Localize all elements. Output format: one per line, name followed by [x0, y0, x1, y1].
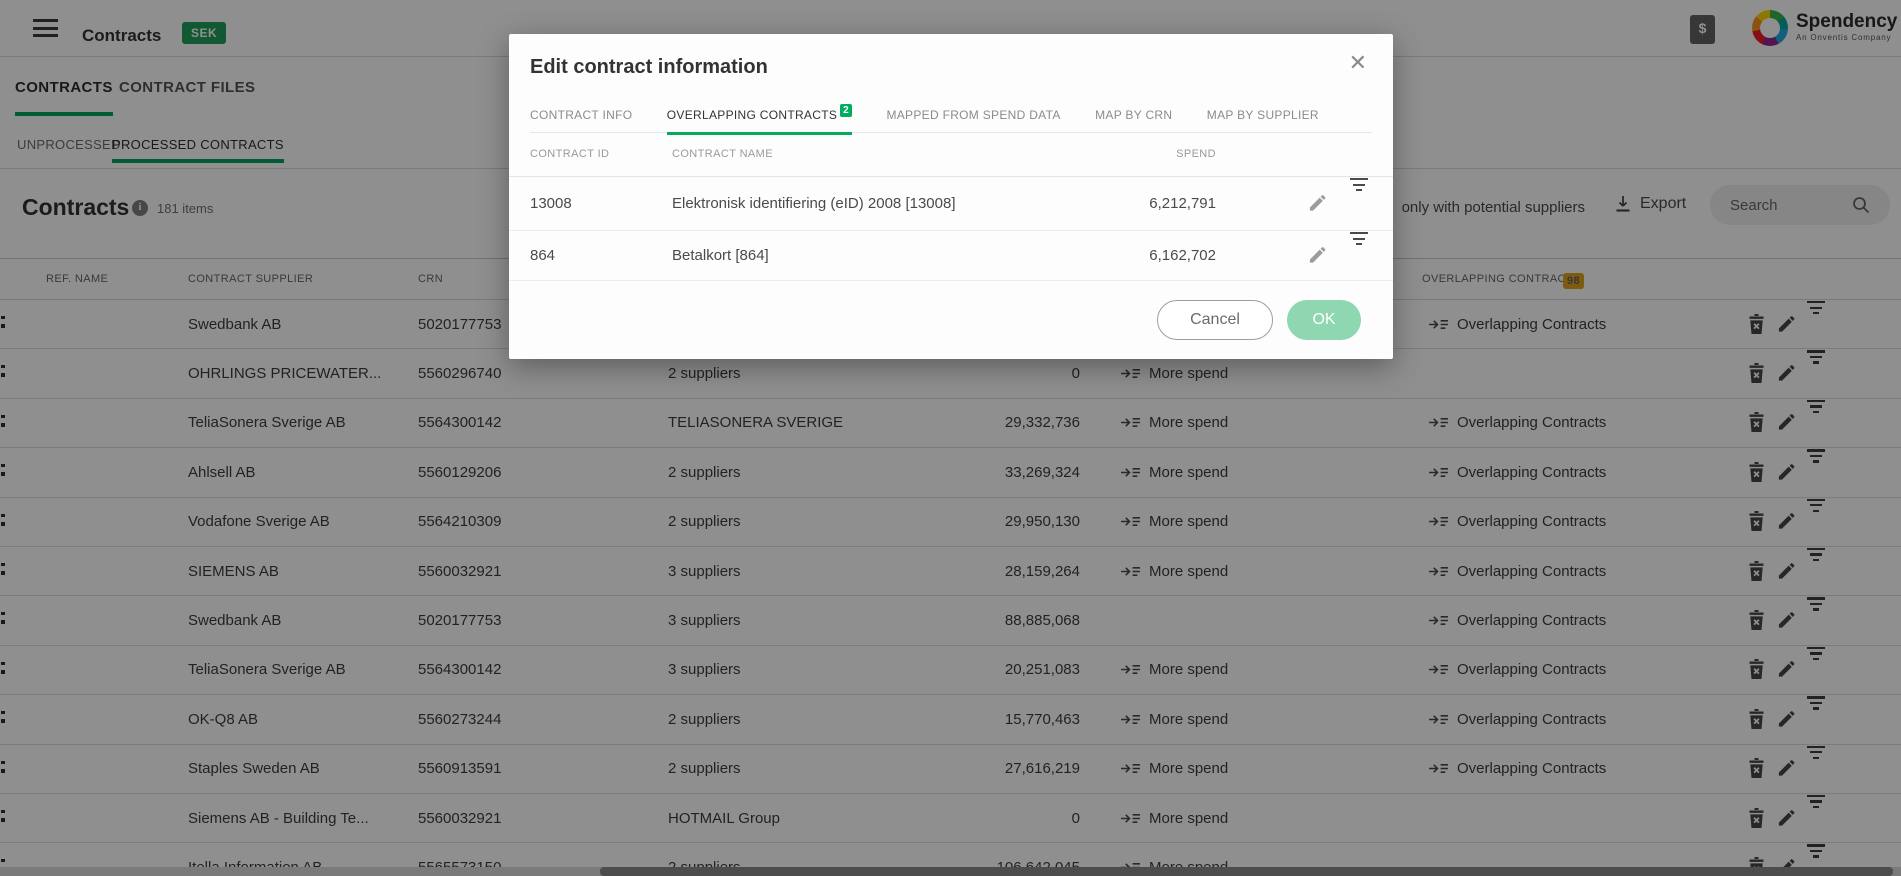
modal-tab-mapped-from-spend-data[interactable]: MAPPED FROM SPEND DATA [886, 108, 1060, 132]
modal-table-row: 864 Betalkort [864] 6,162,702 [509, 231, 1393, 281]
cell-contract-id: 864 [530, 231, 660, 280]
modal-tab-map-by-crn[interactable]: MAP BY CRN [1095, 108, 1172, 132]
modal-footer: Cancel OK [509, 281, 1393, 359]
modal-tab-contract-info[interactable]: CONTRACT INFO [530, 108, 632, 132]
cancel-button[interactable]: Cancel [1157, 300, 1273, 340]
edit-button[interactable] [1307, 193, 1327, 214]
overlapping-tab-badge: 2 [840, 104, 852, 117]
filter-icon [1349, 231, 1369, 280]
modal-title: Edit contract information [530, 56, 768, 79]
filter-icon [1349, 177, 1369, 230]
pencil-icon [1308, 193, 1327, 213]
cell-spend: 6,162,702 [1009, 231, 1216, 280]
modal-tabs: CONTRACT INFO OVERLAPPING CONTRACTS2 MAP… [530, 106, 1372, 133]
ok-button[interactable]: OK [1287, 300, 1361, 340]
col-contract-name: CONTRACT NAME [672, 148, 773, 160]
modal-tab-map-by-supplier[interactable]: MAP BY SUPPLIER [1207, 108, 1319, 132]
row-actions [1307, 177, 1369, 230]
col-contract-id: CONTRACT ID [530, 148, 609, 160]
edit-button[interactable] [1307, 245, 1327, 266]
cell-spend: 6,212,791 [1009, 177, 1216, 230]
cell-contract-id: 13008 [530, 177, 660, 230]
pencil-icon [1308, 245, 1327, 265]
row-actions [1307, 231, 1369, 280]
col-spend: SPEND [1176, 148, 1216, 160]
edit-contract-modal: Edit contract information ✕ CONTRACT INF… [509, 34, 1393, 359]
modal-table-header: CONTRACT ID CONTRACT NAME SPEND [509, 133, 1393, 177]
modal-table-row: 13008 Elektronisk identifiering (eID) 20… [509, 177, 1393, 231]
close-icon[interactable]: ✕ [1349, 52, 1367, 74]
filter-button[interactable] [1349, 193, 1369, 214]
filter-button[interactable] [1349, 245, 1369, 266]
modal-tab-overlapping-contracts[interactable]: OVERLAPPING CONTRACTS2 [667, 108, 852, 135]
